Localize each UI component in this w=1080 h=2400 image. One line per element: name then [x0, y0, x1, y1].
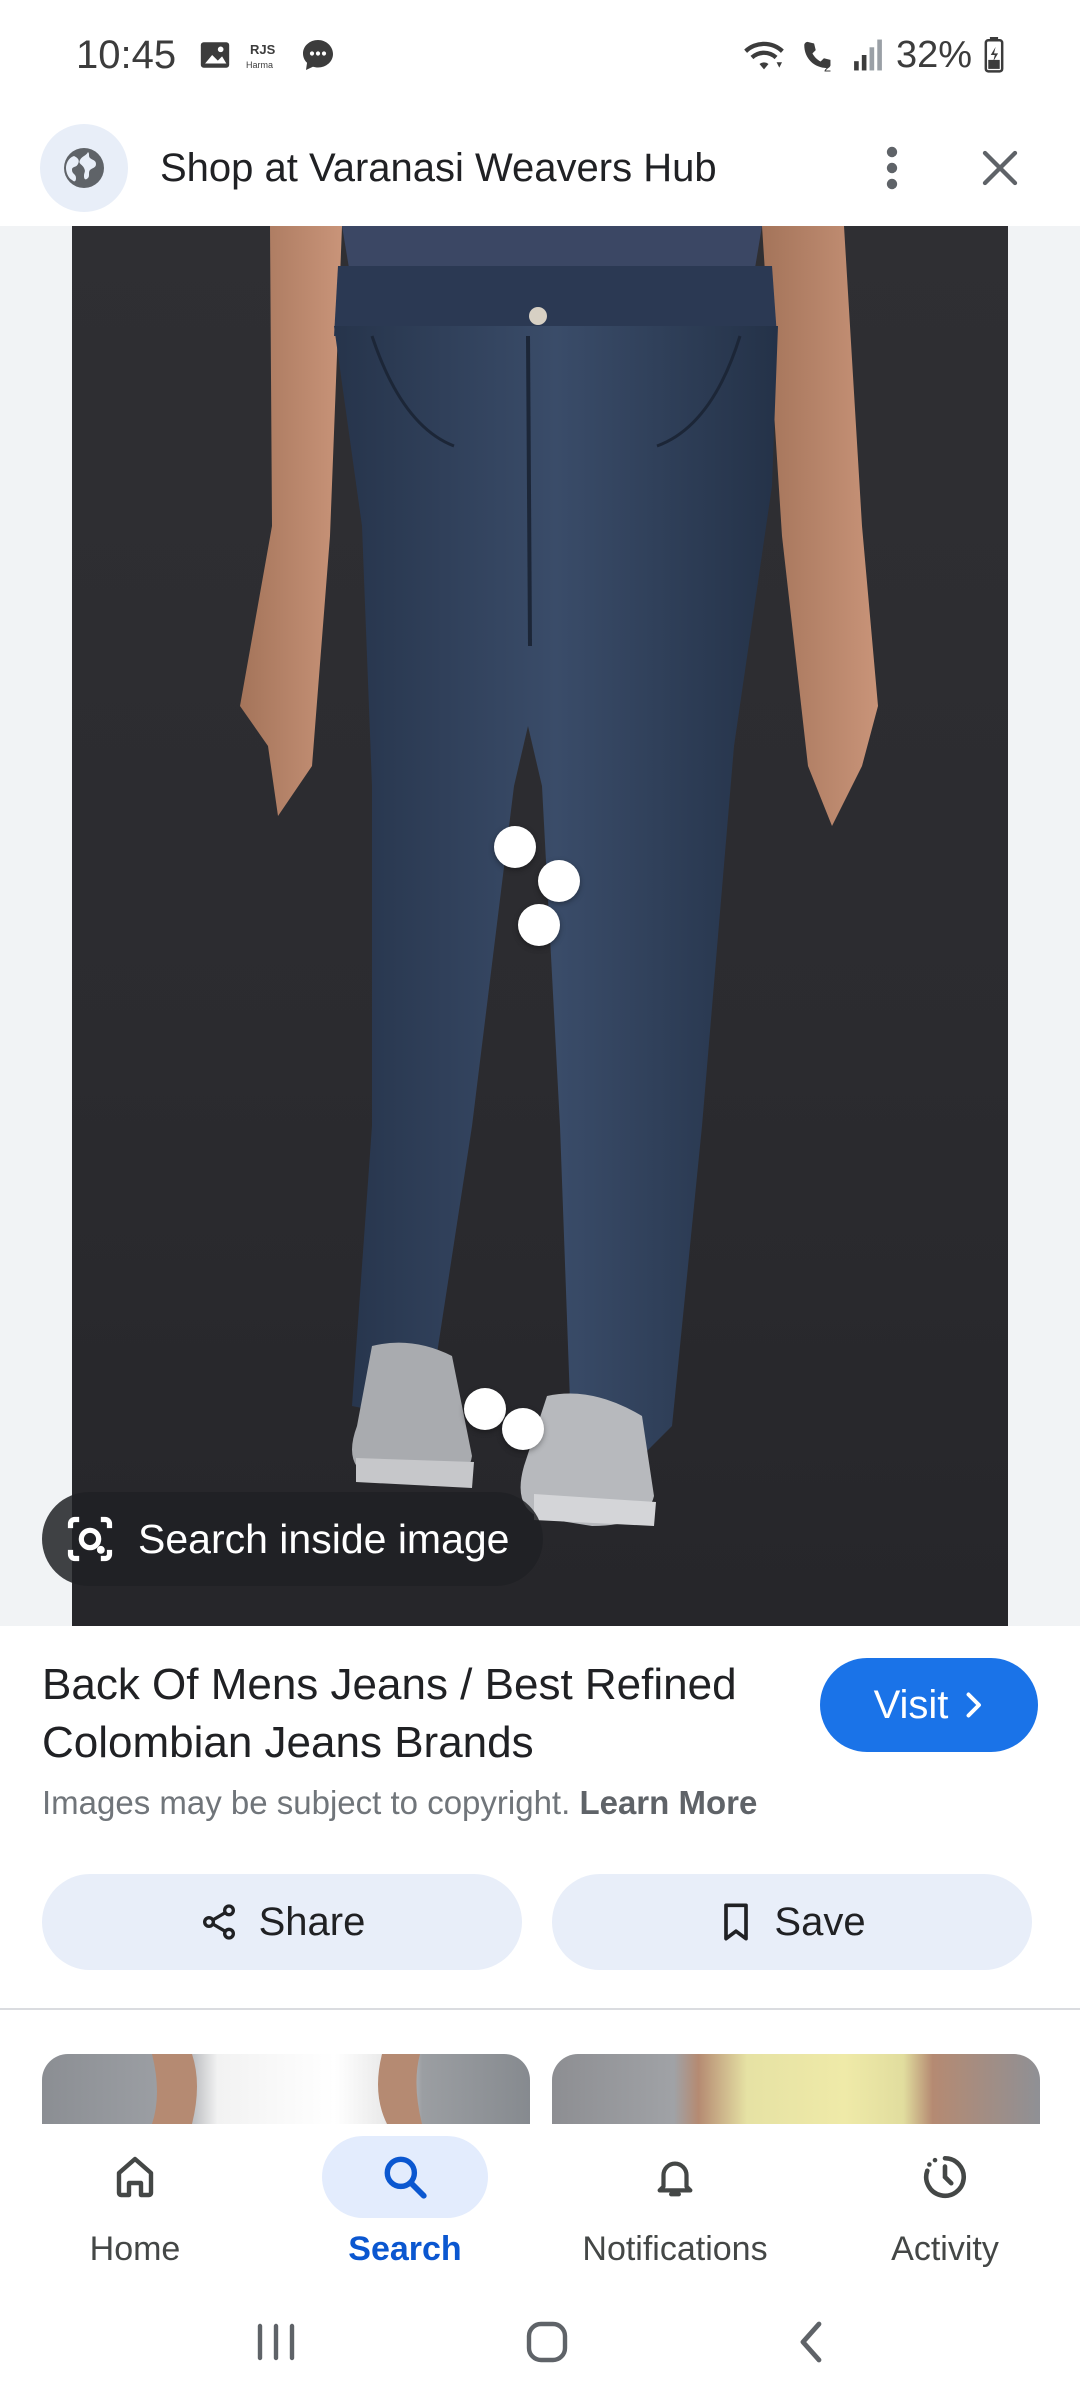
battery-icon — [984, 37, 1004, 73]
nav-activity-label: Activity — [891, 2230, 999, 2268]
page-header: Shop at Varanasi Weavers Hub — [0, 110, 1080, 226]
status-bar: 10:45 RJS Harma 2 32% — [0, 0, 1080, 110]
site-title: Shop at Varanasi Weavers Hub — [160, 145, 717, 190]
signal-icon — [854, 39, 882, 71]
object-marker-dot[interactable] — [464, 1388, 506, 1430]
site-favicon — [40, 124, 128, 212]
related-image-thumbnail[interactable] — [42, 2054, 530, 2124]
chat-icon — [303, 40, 334, 70]
system-navigation-bar — [0, 2284, 1080, 2400]
share-icon — [202, 1904, 235, 1940]
search-icon — [384, 2156, 427, 2199]
nav-notifications-label: Notifications — [582, 2230, 768, 2268]
globe-icon — [64, 148, 104, 188]
nav-activity[interactable]: Activity — [810, 2124, 1080, 2284]
bell-icon — [657, 2161, 693, 2197]
object-marker-dot[interactable] — [518, 904, 560, 946]
more-options-button[interactable] — [852, 128, 932, 208]
nav-home[interactable]: Home — [0, 2124, 270, 2284]
close-icon — [982, 150, 1018, 186]
product-photo[interactable] — [72, 226, 1008, 1626]
section-divider — [0, 2008, 1080, 2010]
related-image-thumbnail[interactable] — [552, 2054, 1040, 2124]
wifi-call-icon: 2 — [804, 41, 831, 73]
nav-notifications[interactable]: Notifications — [540, 2124, 810, 2284]
nav-notifications-icon-wrap — [592, 2136, 758, 2218]
result-info: Back Of Mens Jeans / Best Refined Colomb… — [0, 1626, 1080, 2006]
object-marker-dot[interactable] — [502, 1408, 544, 1450]
lens-camera-icon — [67, 1516, 113, 1562]
nav-home-label: Home — [89, 2230, 181, 2268]
status-system-icons: 2 32% — [742, 34, 1004, 77]
status-time: 10:45 — [76, 32, 177, 77]
more-vert-icon — [886, 146, 898, 190]
activity-icon — [923, 2155, 966, 2199]
nav-search[interactable]: Search — [270, 2124, 540, 2284]
svg-text:Harma: Harma — [246, 60, 273, 70]
save-label: Save — [774, 1899, 866, 1944]
thumbnail-preview — [152, 2054, 422, 2124]
image-viewer: Search inside image — [0, 226, 1080, 1626]
svg-text:RJS: RJS — [250, 42, 276, 57]
status-notification-icons: RJS Harma — [198, 37, 336, 73]
news-app-icon: RJS Harma — [246, 42, 276, 70]
share-label: Share — [258, 1899, 366, 1944]
learn-more-link[interactable]: Learn More — [579, 1784, 757, 1821]
close-button[interactable] — [960, 128, 1040, 208]
visit-button[interactable]: Visit — [820, 1658, 1038, 1752]
recents-icon[interactable] — [254, 2322, 298, 2362]
save-button[interactable]: Save — [552, 1874, 1032, 1970]
copyright-notice: Images may be subject to copyright. Lear… — [42, 1784, 757, 1822]
nav-search-label: Search — [348, 2230, 462, 2268]
battery-percent: 32% — [895, 33, 972, 76]
home-icon — [116, 2156, 154, 2198]
object-marker-dot[interactable] — [494, 826, 536, 868]
result-title[interactable]: Back Of Mens Jeans / Best Refined Colomb… — [42, 1656, 802, 1772]
chevron-right-icon — [966, 1692, 982, 1718]
search-inside-image-button[interactable]: Search inside image — [42, 1492, 544, 1586]
copyright-text: Images may be subject to copyright. — [42, 1784, 571, 1821]
bookmark-icon — [724, 1903, 749, 1941]
nav-activity-icon-wrap — [862, 2136, 1028, 2218]
visit-label: Visit — [873, 1682, 949, 1727]
svg-text:2: 2 — [824, 59, 831, 73]
nav-home-icon-wrap — [52, 2136, 218, 2218]
back-icon[interactable] — [796, 2320, 826, 2364]
share-button[interactable]: Share — [42, 1874, 522, 1970]
object-marker-dot[interactable] — [538, 860, 580, 902]
image-icon — [200, 42, 230, 68]
bottom-navigation: Home Search Notifications Activity — [0, 2124, 1080, 2284]
nav-search-icon-wrap — [322, 2136, 488, 2218]
search-inside-image-label: Search inside image — [138, 1515, 510, 1562]
wifi-icon — [744, 41, 784, 70]
home-circle-icon[interactable] — [525, 2320, 569, 2364]
